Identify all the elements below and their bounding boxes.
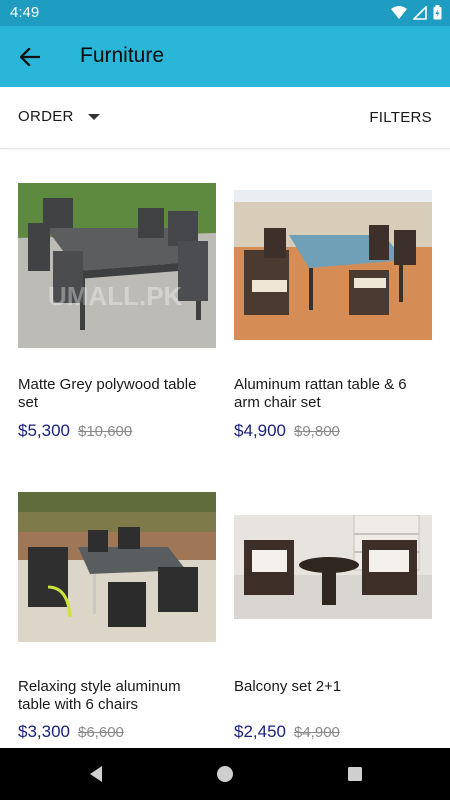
status-time: 4:49 <box>10 4 40 21</box>
filters-button[interactable]: FILTERS <box>369 109 432 126</box>
product-price: $3,300 <box>18 722 70 741</box>
product-name: Aluminum rattan table & 6 arm chair set <box>234 376 407 411</box>
page-title: Furniture <box>80 44 165 67</box>
product-old-price: $10,600 <box>78 423 133 440</box>
product-image: UMALL.PK <box>18 183 216 348</box>
price-row: $2,450 $4,900 <box>234 722 340 742</box>
product-card[interactable]: Aluminum rattan table & 6 arm chair set … <box>234 150 432 450</box>
battery-icon <box>433 5 442 20</box>
product-price: $2,450 <box>234 722 286 741</box>
svg-text:UMALL.PK: UMALL.PK <box>48 281 183 311</box>
nav-home-icon[interactable] <box>215 764 235 784</box>
product-old-price: $9,800 <box>294 423 340 440</box>
back-button[interactable] <box>16 43 44 71</box>
product-card[interactable]: Balcony set 2+1 $2,450 $4,900 <box>234 450 432 748</box>
product-name: Relaxing style aluminum table with 6 cha… <box>18 678 181 713</box>
price-row: $3,300 $6,600 <box>18 722 124 742</box>
app-bar: Furniture <box>0 26 450 87</box>
sort-filter-bar: ORDER FILTERS <box>0 87 450 149</box>
product-name: Matte Grey polywood table set <box>18 376 197 411</box>
nav-back-icon[interactable] <box>86 764 106 784</box>
signal-icon <box>413 5 427 20</box>
back-arrow-icon <box>20 48 40 66</box>
product-old-price: $4,900 <box>294 724 340 741</box>
product-image <box>234 190 432 340</box>
price-row: $5,300 $10,600 <box>18 421 132 441</box>
nav-recents-icon[interactable] <box>345 764 365 784</box>
product-card[interactable]: Relaxing style aluminum table with 6 cha… <box>18 450 216 748</box>
status-icons <box>391 5 442 20</box>
system-nav-bar <box>0 748 450 800</box>
order-dropdown[interactable]: ORDER <box>18 108 100 125</box>
status-bar: 4:49 <box>0 0 450 26</box>
product-card[interactable]: UMALL.PK Matte Grey polywood table set $… <box>18 150 216 450</box>
product-image <box>234 515 432 619</box>
order-label: ORDER <box>18 108 74 125</box>
price-row: $4,900 $9,800 <box>234 421 340 441</box>
product-image <box>18 492 216 642</box>
product-old-price: $6,600 <box>78 724 124 741</box>
product-grid: UMALL.PK Matte Grey polywood table set $… <box>0 150 450 748</box>
product-name: Balcony set 2+1 <box>234 678 342 695</box>
product-price: $4,900 <box>234 421 286 440</box>
dropdown-arrow-icon <box>87 113 100 120</box>
product-price: $5,300 <box>18 421 70 440</box>
wifi-icon <box>391 5 407 19</box>
